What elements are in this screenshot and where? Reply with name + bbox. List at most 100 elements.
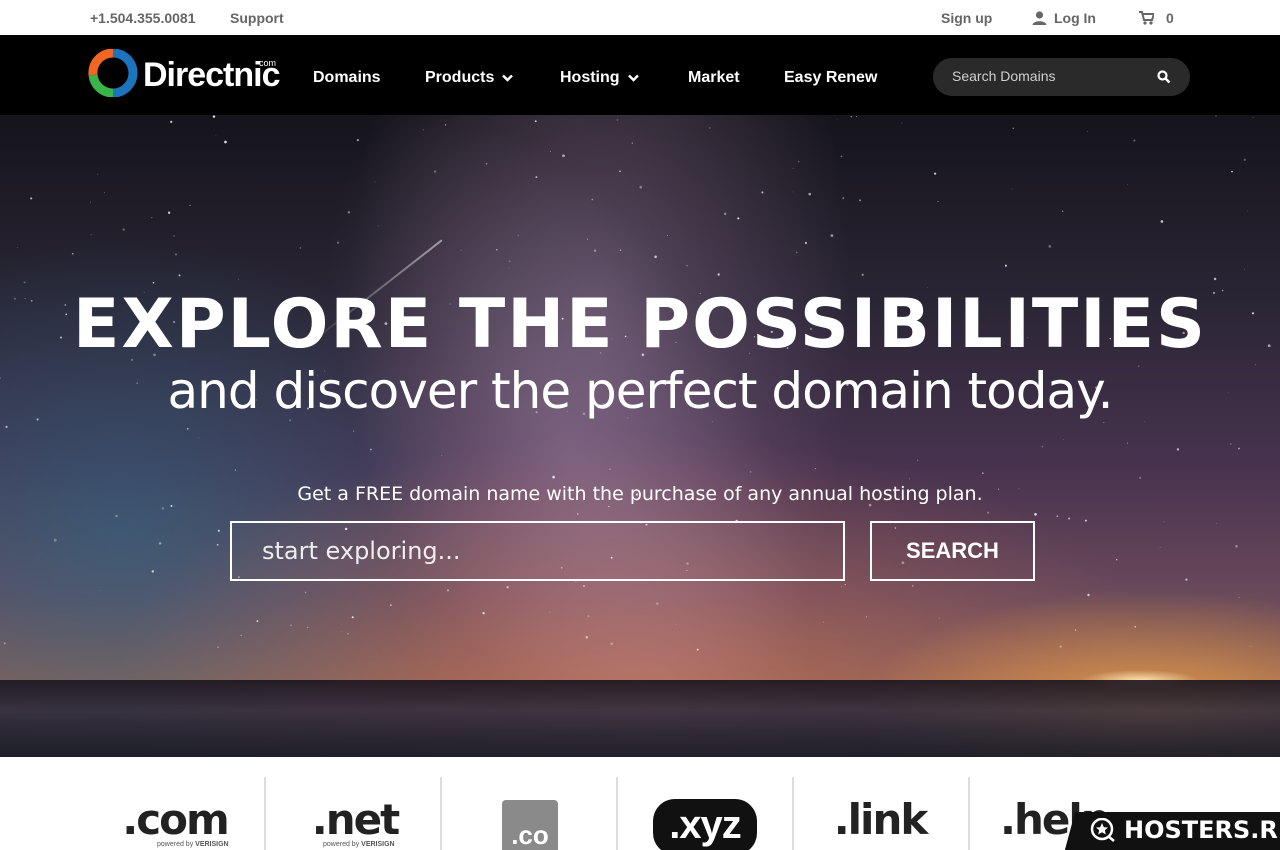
star (797, 160, 800, 163)
star (16, 247, 18, 248)
login-link[interactable]: Log In (1032, 10, 1096, 26)
star (351, 616, 354, 619)
star (1185, 578, 1188, 581)
login-label: Log In (1054, 10, 1096, 26)
signup-link[interactable]: Sign up (941, 10, 992, 26)
support-link[interactable]: Support (230, 10, 284, 26)
star (104, 192, 106, 194)
divider (264, 777, 266, 850)
star (115, 514, 118, 518)
tld-net[interactable]: .net powered by VERISIGN (290, 777, 420, 850)
header-search-box (933, 58, 1190, 96)
star (347, 632, 349, 635)
star (804, 241, 808, 245)
tld-net-powered-by: powered by VERISIGN (323, 841, 395, 848)
search-icon[interactable] (1157, 70, 1171, 84)
tld-com-powered-by: powered by VERISIGN (157, 841, 229, 848)
nav-market-label: Market (688, 69, 740, 86)
star (98, 590, 100, 592)
star (234, 469, 236, 471)
star (1084, 519, 1087, 522)
divider (792, 777, 794, 850)
star (240, 634, 242, 636)
directnic-logo[interactable]: Directnic com (88, 48, 280, 98)
star (170, 504, 173, 507)
star (1139, 477, 1141, 479)
star (1011, 188, 1013, 190)
nav-easy-renew[interactable]: Easy Renew (784, 69, 877, 87)
nav-easy-renew-label: Easy Renew (784, 69, 878, 86)
nav-hosting[interactable]: Hosting (560, 69, 639, 87)
star (814, 468, 816, 470)
hero-banner: EXPLORE THE POSSIBILITIES and discover t… (0, 115, 1280, 757)
star (304, 591, 307, 594)
domain-search-input[interactable] (230, 521, 845, 581)
star (1087, 593, 1090, 597)
nav-domains[interactable]: Domains (313, 69, 381, 87)
star (631, 142, 633, 144)
phone-number-link[interactable]: +1.504.355.0081 (90, 10, 196, 26)
cart-link[interactable]: 0 (1139, 10, 1174, 26)
star (198, 437, 200, 439)
star (1230, 443, 1232, 445)
tld-co[interactable]: .co (470, 777, 590, 850)
star (1012, 127, 1015, 130)
star (795, 251, 798, 254)
domain-search-button[interactable]: SEARCH (870, 521, 1035, 581)
star (616, 119, 618, 121)
star (792, 191, 794, 193)
star (1087, 131, 1088, 133)
star (217, 529, 220, 532)
star (71, 252, 74, 255)
tld-link[interactable]: .link (815, 777, 945, 850)
star (1247, 210, 1248, 212)
star (1252, 117, 1254, 119)
star (1163, 521, 1165, 523)
star (717, 273, 720, 276)
tld-com[interactable]: .com powered by VERISIGN (100, 777, 250, 850)
tld-co-label: .co (511, 820, 549, 850)
star (1127, 184, 1128, 186)
star (1034, 512, 1037, 516)
star (1103, 421, 1105, 424)
star (173, 235, 175, 237)
star (1133, 139, 1136, 142)
star (686, 265, 688, 267)
star (341, 631, 342, 632)
nav-domains-label: Domains (313, 69, 381, 86)
star (97, 173, 99, 175)
star (167, 211, 171, 214)
search-domains-input[interactable] (952, 68, 1142, 84)
star (1056, 515, 1059, 518)
star (1243, 158, 1247, 162)
horizon-shoreline (0, 680, 1280, 757)
star (122, 228, 125, 231)
star (389, 604, 392, 607)
hero-headline: EXPLORE THE POSSIBILITIES (72, 285, 1208, 364)
powered-by-text: powered by (323, 841, 360, 848)
star (1004, 264, 1007, 267)
nav-market[interactable]: Market (688, 69, 740, 87)
star (912, 585, 914, 587)
nav-products[interactable]: Products (425, 69, 514, 87)
star (238, 278, 239, 280)
cart-icon (1139, 11, 1154, 25)
star (792, 168, 794, 170)
star (5, 425, 8, 429)
star (30, 197, 33, 200)
cart-count: 0 (1166, 10, 1174, 26)
divider (440, 777, 442, 850)
star (1063, 439, 1064, 440)
star (723, 212, 727, 216)
star (215, 134, 217, 136)
hero-promo-text: Get a FREE domain name with the purchase… (297, 483, 983, 505)
star (937, 201, 939, 202)
tld-xyz[interactable]: .xyz (640, 777, 770, 850)
star (53, 538, 57, 542)
star (1213, 277, 1217, 281)
star (1238, 447, 1240, 450)
star (1160, 220, 1164, 223)
nav-hosting-label: Hosting (560, 69, 620, 86)
user-icon (1032, 11, 1047, 25)
chevron-down-icon (627, 74, 639, 82)
